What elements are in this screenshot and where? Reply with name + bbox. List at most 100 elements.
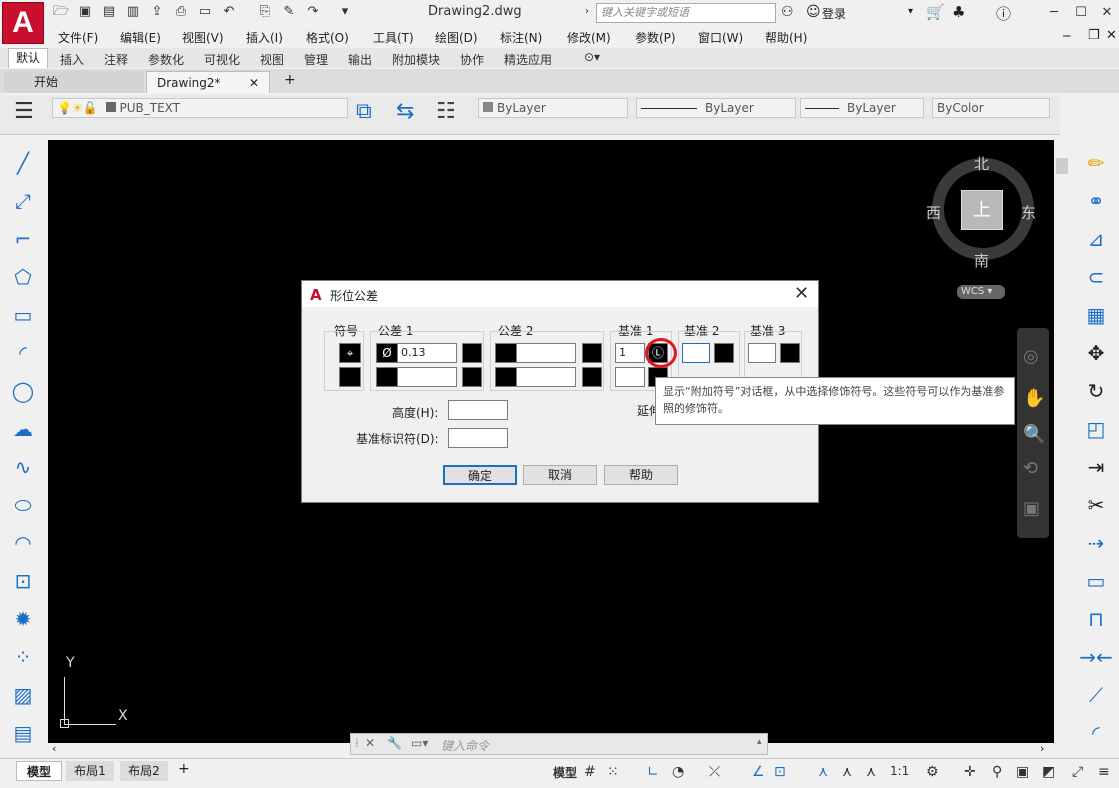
break-icon[interactable]: ⊓: [1079, 604, 1113, 634]
menu-help[interactable]: 帮助(H): [765, 29, 807, 46]
layer-states-icon[interactable]: ☷: [436, 99, 456, 124]
redo-icon[interactable]: ↷: [304, 4, 322, 20]
wcs-menu[interactable]: WCS ▾: [957, 285, 1005, 299]
vertical-scrollbar[interactable]: [1054, 140, 1070, 743]
scroll-left-icon[interactable]: ‹: [52, 742, 56, 755]
annotation-scale-icon[interactable]: ⋏: [866, 764, 876, 780]
point-icon[interactable]: ⁘: [6, 642, 40, 672]
tab-drawing2[interactable]: Drawing2* ✕: [146, 71, 270, 93]
offset-icon[interactable]: ⊂: [1079, 262, 1113, 292]
help-button[interactable]: 帮助: [604, 465, 678, 485]
minimize-button[interactable]: ─: [1043, 3, 1065, 23]
a360-icon[interactable]: ♣: [952, 3, 965, 21]
orbit-icon[interactable]: ⟲: [1023, 458, 1038, 479]
object-snap-tracking-icon[interactable]: ∠: [752, 764, 765, 780]
cart-icon[interactable]: 🛒: [926, 3, 945, 21]
login-dropdown-icon[interactable]: ▾: [908, 6, 913, 17]
ellipse-arc-icon[interactable]: ◠: [6, 528, 40, 558]
position-symbol-icon[interactable]: ⌖: [339, 343, 361, 363]
menu-modify[interactable]: 修改(M): [567, 29, 611, 46]
tolerance1-material-button[interactable]: [462, 343, 482, 363]
diameter-button[interactable]: Ø: [376, 343, 398, 363]
trim-icon[interactable]: ✂: [1079, 490, 1113, 520]
print-icon[interactable]: ⎙: [172, 4, 190, 20]
zoom-icon[interactable]: 🔍: [1023, 424, 1045, 445]
datum1-input[interactable]: 1: [615, 343, 645, 363]
symbol-button-2[interactable]: [339, 367, 361, 387]
spline-icon[interactable]: ∿: [6, 452, 40, 482]
tab-default[interactable]: 默认: [8, 48, 48, 68]
circle-icon[interactable]: ◯: [6, 376, 40, 406]
datum2-modifier-button[interactable]: [714, 343, 734, 363]
search-input[interactable]: 键入关键字或短语: [596, 3, 776, 23]
tolerance2-value-input[interactable]: [516, 343, 576, 363]
arc-icon[interactable]: ◜: [6, 338, 40, 368]
close-cmd-icon[interactable]: ✕: [365, 736, 375, 750]
grid-icon[interactable]: #: [584, 764, 596, 780]
datum2-input[interactable]: [682, 343, 710, 363]
stretch-icon[interactable]: ⇥: [1079, 452, 1113, 482]
user-icon[interactable]: ☺: [806, 4, 821, 20]
prompt-icon[interactable]: ▭▾: [411, 736, 428, 750]
linetype-dropdown[interactable]: ByLayer: [636, 98, 796, 118]
rectangle-icon[interactable]: ▭: [6, 300, 40, 330]
scroll-thumb[interactable]: [1056, 158, 1068, 174]
compass-west[interactable]: 西: [926, 202, 941, 223]
pan-icon[interactable]: ✋: [1023, 388, 1045, 409]
tab-start[interactable]: 开始: [4, 71, 144, 93]
workspace-gear-icon[interactable]: ⚙: [926, 764, 939, 780]
maximize-button[interactable]: ☐: [1070, 3, 1092, 23]
object-snap-icon[interactable]: ⊡: [774, 764, 786, 780]
datum1-input-2[interactable]: [615, 367, 645, 387]
gradient-icon[interactable]: ▤: [6, 718, 40, 748]
menu-insert[interactable]: 插入(I): [246, 29, 283, 46]
tab-parametric[interactable]: 参数化: [148, 51, 184, 68]
tab-output[interactable]: 输出: [348, 51, 372, 68]
isolate-objects-icon[interactable]: ◩: [1042, 764, 1055, 780]
autoscale-icon[interactable]: ⋏: [842, 764, 852, 780]
tolerance2-material-button[interactable]: [582, 343, 602, 363]
add-layout-button[interactable]: +: [178, 761, 190, 777]
application-menu-button[interactable]: A: [2, 2, 44, 44]
menu-tools[interactable]: 工具(T): [373, 29, 414, 46]
layer-previous-icon[interactable]: ⇆: [396, 99, 414, 124]
tab-collaborate[interactable]: 协作: [460, 51, 484, 68]
datum3-input[interactable]: [748, 343, 776, 363]
annotation-visibility-icon[interactable]: ⋏: [818, 764, 828, 780]
scale-icon[interactable]: ◰: [1079, 414, 1113, 444]
doc-minimize-button[interactable]: ─: [1063, 29, 1070, 43]
menu-view[interactable]: 视图(V): [182, 29, 224, 46]
ortho-icon[interactable]: ∟: [647, 764, 659, 780]
tolerance2-value-input-2[interactable]: [516, 367, 576, 387]
diameter-button-2[interactable]: [376, 367, 398, 387]
join-icon[interactable]: →←: [1079, 642, 1113, 672]
help-icon[interactable]: ⓘ: [996, 3, 1011, 24]
wrench-icon[interactable]: 🔧: [387, 736, 402, 750]
ellipse-icon[interactable]: ⬭: [6, 490, 40, 520]
command-line[interactable]: ⁞ ✕ 🔧 ▭▾ 键入命令 ▴: [350, 733, 768, 755]
tab-featured-apps[interactable]: 精选应用: [504, 51, 552, 68]
cancel-button[interactable]: 取消: [523, 465, 597, 485]
close-button[interactable]: ✕: [1096, 3, 1118, 23]
save-as-icon[interactable]: ▤: [100, 4, 118, 20]
datum3-modifier-button[interactable]: [780, 343, 800, 363]
ok-button[interactable]: 确定: [443, 465, 517, 485]
tab-addins[interactable]: 附加模块: [392, 51, 440, 68]
height-input[interactable]: [448, 400, 508, 420]
login-button[interactable]: 登录: [822, 5, 846, 22]
isodraft-icon[interactable]: ⤫: [709, 764, 720, 780]
annotation-scale-value[interactable]: 1:1: [890, 764, 909, 778]
cloud-save-icon[interactable]: ▥: [124, 4, 142, 20]
tab-layout1[interactable]: 布局1: [66, 761, 114, 781]
scroll-right-icon[interactable]: ›: [1040, 742, 1044, 755]
viewcube-top-face[interactable]: 上: [961, 190, 1003, 230]
undo-icon[interactable]: ↶: [220, 4, 238, 20]
diameter2-button-2[interactable]: [495, 367, 517, 387]
revcloud-icon[interactable]: ☁: [6, 414, 40, 444]
fullscreen-icon[interactable]: ⤢: [1072, 764, 1083, 780]
datum-identifier-input[interactable]: [448, 428, 508, 448]
menu-file[interactable]: 文件(F): [58, 29, 98, 46]
line-icon[interactable]: ╱: [6, 148, 40, 178]
construction-line-icon[interactable]: ⤢: [6, 186, 40, 216]
tolerance2-material-button-2[interactable]: [582, 367, 602, 387]
